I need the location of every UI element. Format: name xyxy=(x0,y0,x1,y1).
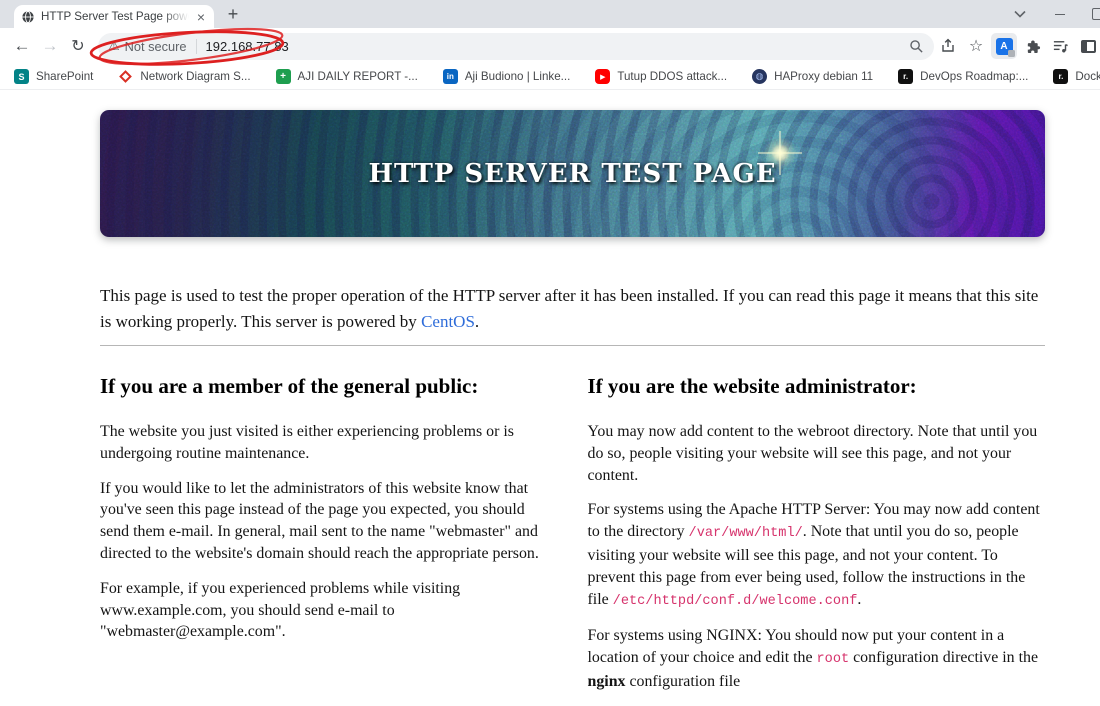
bookmark-label: Tutup DDOS attack... xyxy=(617,70,728,83)
address-divider xyxy=(195,38,197,54)
column-website-administrator: If you are the website administrator: Yo… xyxy=(588,374,1046,706)
code-span: /etc/httpd/conf.d/welcome.conf xyxy=(612,593,858,609)
text-span: nginx xyxy=(587,672,626,690)
minimize-icon[interactable] xyxy=(1044,0,1076,28)
text-span: . xyxy=(857,590,862,608)
column-heading: If you are a member of the general publi… xyxy=(100,374,479,398)
bookmark-item[interactable]: r. DevOps Roadmap:... xyxy=(898,69,1028,84)
address-bar[interactable]: ⚠ Not secure 192.168.77.83 xyxy=(98,32,934,60)
bookmark-label: AJI DAILY REPORT -... xyxy=(297,70,418,83)
reload-button[interactable]: ↻ xyxy=(64,32,92,60)
paragraph: You may now add content to the webroot d… xyxy=(588,421,1046,486)
back-button[interactable]: ← xyxy=(8,32,36,60)
not-secure-warning-icon: ⚠ xyxy=(108,38,120,53)
sharepoint-icon: S xyxy=(14,69,29,84)
bookmark-label: Aji Budiono | Linke... xyxy=(464,70,571,83)
column-general-public: If you are a member of the general publi… xyxy=(100,374,558,706)
page-title: HTTP SERVER TEST PAGE xyxy=(368,158,777,189)
youtube-icon: ▶ xyxy=(595,69,611,84)
horizontal-rule xyxy=(100,345,1045,346)
bookmark-label: Network Diagram S... xyxy=(140,70,251,83)
banner-image: HTTP SERVER TEST PAGE xyxy=(100,110,1045,237)
translate-icon[interactable]: A xyxy=(990,32,1018,60)
side-panel-icon[interactable] xyxy=(1074,32,1100,60)
text-span: configuration directive in the xyxy=(849,649,1039,667)
forward-button[interactable]: → xyxy=(36,32,64,60)
browser-tab[interactable]: HTTP Server Test Page powered × xyxy=(14,5,214,28)
tab-search-chevron-icon[interactable] xyxy=(1004,0,1036,28)
text-span: The website you just visited is either e… xyxy=(100,423,514,462)
google-sheets-icon: + xyxy=(275,69,291,84)
media-controls-icon[interactable] xyxy=(1046,32,1074,60)
text-span: If you would like to let the administrat… xyxy=(100,479,539,562)
linkedin-icon: in xyxy=(442,69,458,84)
bookmark-item[interactable]: + AJI DAILY REPORT -... xyxy=(275,69,418,84)
paragraph: For systems using the Apache HTTP Server… xyxy=(588,499,1046,612)
text-span: configuration file xyxy=(625,672,741,690)
bookmark-label: DevOps Roadmap:... xyxy=(920,70,1029,83)
text-span: You may now add content to the webroot d… xyxy=(587,423,1038,484)
share-icon[interactable] xyxy=(934,32,962,60)
new-tab-button[interactable]: + xyxy=(220,2,246,26)
roadmap-sh-icon: r. xyxy=(898,69,914,84)
text-span: This page is used to test the proper ope… xyxy=(100,286,1039,331)
bookmark-item[interactable]: r. Docker Roadmap -... xyxy=(1053,69,1100,84)
code-span: /var/www/html/ xyxy=(688,526,803,542)
roadmap-sh-icon: r. xyxy=(1053,69,1069,84)
bookmark-label: HAProxy debian 11 xyxy=(774,70,874,83)
bookmark-item[interactable]: in Aji Budiono | Linke... xyxy=(442,69,571,84)
paragraph: If you would like to let the administrat… xyxy=(100,478,558,565)
globe-icon xyxy=(22,10,34,23)
two-column-section: If you are a member of the general publi… xyxy=(100,374,1045,706)
code-span: root xyxy=(816,652,850,668)
browser-toolbar: ← → ↻ ⚠ Not secure 192.168.77.83 ☆ A xyxy=(0,28,1100,64)
paragraph: For systems using NGINX: You should now … xyxy=(588,625,1046,692)
intro-paragraph: This page is used to test the proper ope… xyxy=(100,283,1045,335)
tab-title: HTTP Server Test Page powered xyxy=(41,10,189,23)
bookmark-item[interactable]: ◍ HAProxy debian 11 xyxy=(752,69,873,84)
text-span: For example, if you experienced problems… xyxy=(100,579,461,641)
extensions-puzzle-icon[interactable] xyxy=(1018,32,1046,60)
bookmark-item[interactable]: Network Diagram S... xyxy=(118,70,251,83)
centos-link[interactable]: CentOS xyxy=(421,312,475,331)
browser-titlebar: HTTP Server Test Page powered × + xyxy=(0,0,1100,28)
search-icon[interactable] xyxy=(909,39,924,54)
paragraph: For example, if you experienced problems… xyxy=(100,578,558,643)
text-span: . xyxy=(474,312,480,331)
haproxy-icon: ◍ xyxy=(752,69,768,84)
column-heading: If you are the website administrator: xyxy=(587,374,917,398)
bookmark-item[interactable]: ▶ Tutup DDOS attack... xyxy=(595,69,727,84)
not-secure-label[interactable]: Not secure xyxy=(125,39,187,54)
maximize-icon[interactable] xyxy=(1082,0,1100,28)
paragraph: The website you just visited is either e… xyxy=(100,421,558,465)
bookmark-star-icon[interactable]: ☆ xyxy=(962,32,990,60)
drawio-diamond-icon xyxy=(119,70,133,83)
bookmark-label: Docker Roadmap -... xyxy=(1075,70,1100,83)
url-text[interactable]: 192.168.77.83 xyxy=(206,39,289,54)
bookmark-item[interactable]: S SharePoint xyxy=(14,69,93,84)
tab-close-icon[interactable]: × xyxy=(195,10,207,24)
bookmark-label: SharePoint xyxy=(36,70,94,83)
bookmarks-bar: S SharePoint Network Diagram S... + AJI … xyxy=(0,64,1100,90)
